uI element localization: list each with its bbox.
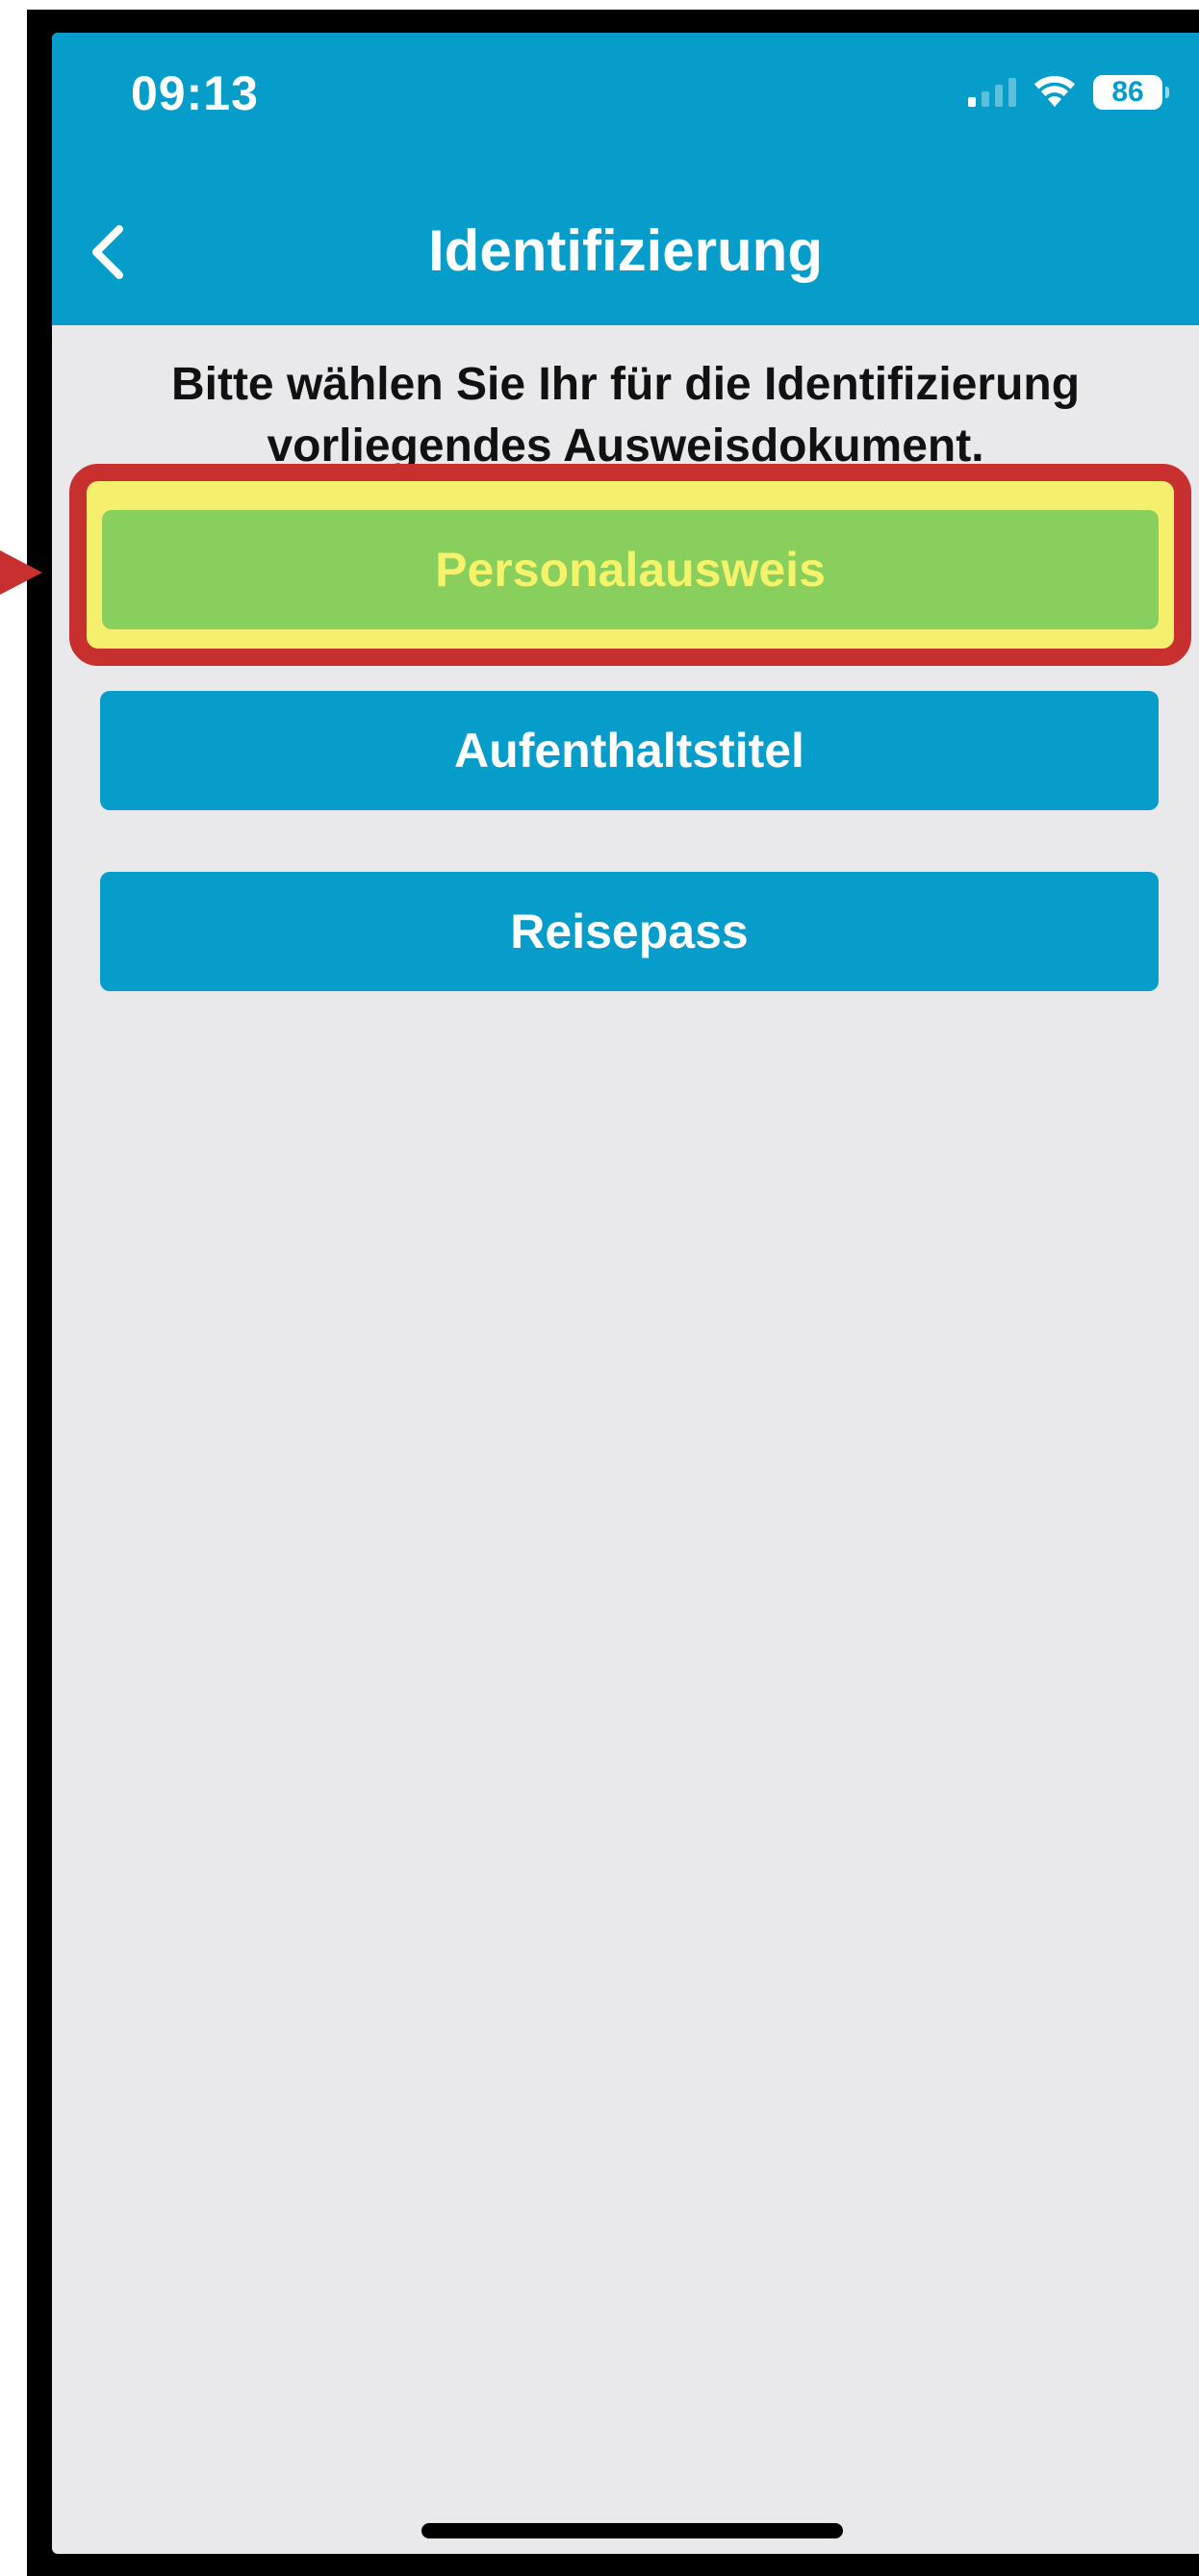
navigation-bar: Identifizierung	[52, 177, 1199, 325]
wifi-icon	[1034, 76, 1075, 107]
reisepass-button[interactable]: Reisepass	[100, 872, 1159, 991]
page-title: Identifizierung	[428, 218, 823, 283]
phone-screen: 09:13 86 Identifizierung Bitte wählen Si…	[52, 33, 1199, 2554]
aufenthaltstitel-button[interactable]: Aufenthaltstitel	[100, 691, 1159, 810]
instruction-text: Bitte wählen Sie Ihr für die Identifizie…	[170, 359, 1081, 472]
personalausweis-button[interactable]: Personalausweis	[102, 510, 1159, 629]
status-icons: 86	[968, 71, 1169, 114]
pointer-arrow-icon	[0, 550, 42, 595]
home-indicator[interactable]	[421, 2523, 843, 2538]
status-time: 09:13	[131, 66, 259, 120]
battery-icon: 86	[1093, 75, 1169, 110]
status-bar: 09:13 86	[52, 33, 1199, 177]
signal-icon	[968, 78, 1016, 107]
